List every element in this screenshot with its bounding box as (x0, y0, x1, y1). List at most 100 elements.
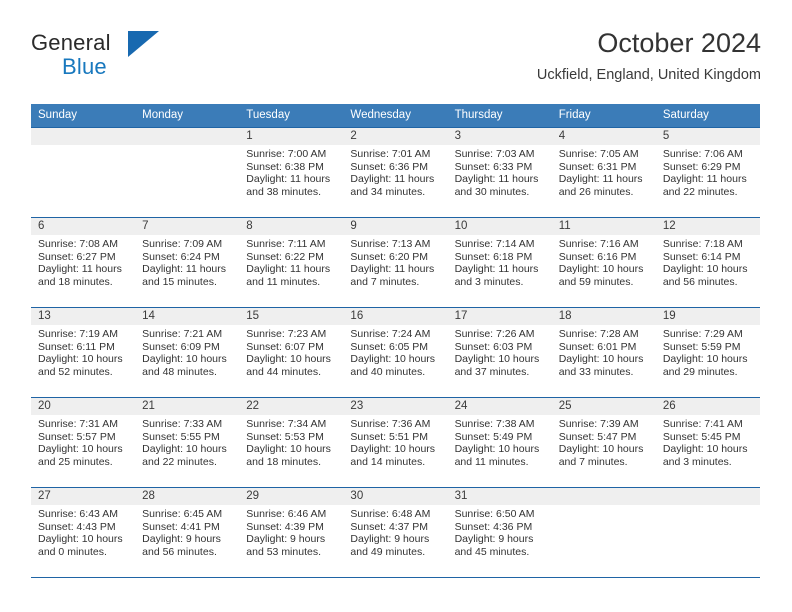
calendar-cell[interactable]: 21 Sunrise: 7:33 AM Sunset: 5:55 PM Dayligh… (135, 397, 240, 488)
calendar-cell[interactable]: 5 Sunrise: 7:06 AM Sunset: 6:29 PM Daylight… (655, 127, 760, 218)
day-number: 14 (135, 308, 240, 325)
daylight-text: Daylight: 10 hours and 37 minutes. (454, 353, 540, 378)
day-sun-info: Sunrise: 7:28 AM Sunset: 6:01 PM Daylight:… (552, 325, 656, 378)
calendar-cell[interactable]: 9 Sunrise: 7:13 AM Sunset: 6:20 PM Daylight… (343, 217, 448, 308)
day-number (31, 128, 136, 145)
calendar-cell[interactable]: 19 Sunrise: 7:29 AM Sunset: 5:59 PM Dayligh… (655, 307, 760, 398)
sunset-text: Sunset: 6:24 PM (142, 250, 220, 263)
calendar-cell[interactable]: 14 Sunrise: 7:21 AM Sunset: 6:09 PM Dayligh… (135, 307, 240, 398)
day-cell (31, 128, 136, 217)
sunset-text: Sunset: 6:03 PM (454, 340, 533, 353)
sunrise-text: Sunrise: 7:39 AM (558, 418, 639, 430)
calendar-cell[interactable]: 26 Sunrise: 7:41 AM Sunset: 5:45 PM Dayligh… (655, 397, 760, 488)
calendar-week-row: 13 Sunrise: 7:19 AM Sunset: 6:11 PM Dayligh… (31, 307, 760, 398)
day-cell: 24 Sunrise: 7:38 AM Sunset: 5:49 PM Dayligh… (447, 398, 552, 487)
day-sun-info: Sunrise: 7:34 AM Sunset: 5:53 PM Daylight:… (239, 415, 343, 468)
day-cell: 6 Sunrise: 7:08 AM Sunset: 6:27 PM Daylight… (31, 218, 136, 307)
day-number: 12 (655, 218, 760, 235)
day-cell: 28 Sunrise: 6:45 AM Sunset: 4:41 PM Dayligh… (135, 488, 240, 577)
sunrise-text: Sunrise: 7:01 AM (350, 148, 431, 160)
calendar-cell[interactable]: 22 Sunrise: 7:34 AM Sunset: 5:53 PM Dayligh… (239, 397, 344, 488)
sunset-text: Sunset: 5:59 PM (662, 340, 741, 353)
calendar-cell[interactable]: 30 Sunrise: 6:48 AM Sunset: 4:37 PM Dayligh… (343, 487, 448, 578)
calendar-cell[interactable]: 29 Sunrise: 6:46 AM Sunset: 4:39 PM Dayligh… (239, 487, 344, 578)
calendar-cell[interactable]: 2 Sunrise: 7:01 AM Sunset: 6:36 PM Daylight… (343, 127, 448, 218)
calendar-cell[interactable]: 16 Sunrise: 7:24 AM Sunset: 6:05 PM Dayligh… (343, 307, 448, 398)
calendar-cell[interactable]: 3 Sunrise: 7:03 AM Sunset: 6:33 PM Daylight… (447, 127, 552, 218)
sunrise-text: Sunrise: 7:14 AM (454, 238, 535, 250)
day-cell: 17 Sunrise: 7:26 AM Sunset: 6:03 PM Dayligh… (447, 308, 552, 397)
calendar-cell[interactable]: 12 Sunrise: 7:18 AM Sunset: 6:14 PM Dayligh… (655, 217, 760, 308)
calendar-cell[interactable]: 18 Sunrise: 7:28 AM Sunset: 6:01 PM Dayligh… (551, 307, 656, 398)
day-sun-info: Sunrise: 6:45 AM Sunset: 4:41 PM Daylight:… (135, 505, 239, 558)
sunrise-text: Sunrise: 7:26 AM (454, 328, 535, 340)
day-cell: 20 Sunrise: 7:31 AM Sunset: 5:57 PM Dayligh… (31, 398, 136, 487)
calendar-cell[interactable]: 4 Sunrise: 7:05 AM Sunset: 6:31 PM Daylight… (551, 127, 656, 218)
sunset-text: Sunset: 4:37 PM (350, 520, 429, 533)
calendar-cell[interactable]: 25 Sunrise: 7:39 AM Sunset: 5:47 PM Dayligh… (551, 397, 656, 488)
day-cell: 30 Sunrise: 6:48 AM Sunset: 4:37 PM Dayligh… (343, 488, 448, 577)
daylight-text: Daylight: 10 hours and 18 minutes. (246, 443, 331, 468)
calendar-cell[interactable]: 17 Sunrise: 7:26 AM Sunset: 6:03 PM Dayligh… (447, 307, 552, 398)
day-number: 19 (655, 308, 760, 325)
sunset-text: Sunset: 6:16 PM (558, 250, 637, 263)
calendar-cell[interactable]: 1 Sunrise: 7:00 AM Sunset: 6:38 PM Daylight… (239, 127, 344, 218)
day-number: 10 (447, 218, 552, 235)
day-sun-info: Sunrise: 6:43 AM Sunset: 4:43 PM Daylight:… (31, 505, 135, 558)
calendar-cell[interactable]: 28 Sunrise: 6:45 AM Sunset: 4:41 PM Dayligh… (135, 487, 240, 578)
daylight-text: Daylight: 11 hours and 26 minutes. (558, 173, 643, 198)
calendar-cell[interactable]: 10 Sunrise: 7:14 AM Sunset: 6:18 PM Dayligh… (447, 217, 552, 308)
calendar-cell[interactable]: 24 Sunrise: 7:38 AM Sunset: 5:49 PM Dayligh… (447, 397, 552, 488)
weekday-header-saturday: Saturday (655, 104, 760, 128)
day-number: 11 (551, 218, 656, 235)
day-cell: 13 Sunrise: 7:19 AM Sunset: 6:11 PM Dayligh… (31, 308, 136, 397)
sunset-text: Sunset: 4:43 PM (38, 520, 116, 533)
day-sun-info: Sunrise: 7:26 AM Sunset: 6:03 PM Daylight:… (448, 325, 552, 378)
calendar-cell[interactable]: 27 Sunrise: 6:43 AM Sunset: 4:43 PM Dayligh… (31, 487, 136, 578)
day-number: 25 (551, 398, 656, 415)
day-number: 21 (135, 398, 240, 415)
sunset-text: Sunset: 6:22 PM (246, 250, 324, 263)
day-number: 16 (343, 308, 448, 325)
sunrise-text: Sunrise: 7:09 AM (142, 238, 223, 250)
daylight-text: Daylight: 9 hours and 49 minutes. (350, 533, 430, 558)
weekday-header-wednesday: Wednesday (343, 104, 448, 128)
calendar-cell[interactable]: 20 Sunrise: 7:31 AM Sunset: 5:57 PM Dayligh… (31, 397, 136, 488)
calendar-week-row: 20 Sunrise: 7:31 AM Sunset: 5:57 PM Dayligh… (31, 397, 760, 488)
daylight-text: Daylight: 11 hours and 18 minutes. (38, 263, 122, 288)
daylight-text: Daylight: 11 hours and 11 minutes. (246, 263, 331, 288)
calendar-cell[interactable]: 7 Sunrise: 7:09 AM Sunset: 6:24 PM Daylight… (135, 217, 240, 308)
day-sun-info: Sunrise: 7:05 AM Sunset: 6:31 PM Daylight:… (552, 145, 656, 198)
day-sun-info: Sunrise: 7:21 AM Sunset: 6:09 PM Daylight:… (135, 325, 239, 378)
day-sun-info: Sunrise: 7:38 AM Sunset: 5:49 PM Daylight:… (448, 415, 552, 468)
calendar-cell[interactable]: 8 Sunrise: 7:11 AM Sunset: 6:22 PM Daylight… (239, 217, 344, 308)
sunrise-text: Sunrise: 7:05 AM (558, 148, 639, 160)
sunset-text: Sunset: 6:33 PM (454, 160, 533, 173)
sunrise-text: Sunrise: 7:34 AM (246, 418, 327, 430)
calendar-cell[interactable]: 13 Sunrise: 7:19 AM Sunset: 6:11 PM Dayligh… (31, 307, 136, 398)
day-sun-info: Sunrise: 7:23 AM Sunset: 6:07 PM Daylight:… (239, 325, 343, 378)
calendar-cell[interactable]: 23 Sunrise: 7:36 AM Sunset: 5:51 PM Dayligh… (343, 397, 448, 488)
sunrise-text: Sunrise: 7:33 AM (142, 418, 223, 430)
day-cell: 21 Sunrise: 7:33 AM Sunset: 5:55 PM Dayligh… (135, 398, 240, 487)
daylight-text: Daylight: 10 hours and 48 minutes. (142, 353, 227, 378)
day-number: 27 (31, 488, 136, 505)
sunset-text: Sunset: 6:31 PM (558, 160, 637, 173)
day-sun-info: Sunrise: 7:11 AM Sunset: 6:22 PM Daylight:… (239, 235, 343, 288)
page-header: General Blue October 2024 Uckfield, Engl… (31, 26, 761, 98)
day-cell: 2 Sunrise: 7:01 AM Sunset: 6:36 PM Daylight… (343, 128, 448, 217)
calendar-cell (655, 487, 760, 578)
calendar-cell[interactable]: 11 Sunrise: 7:16 AM Sunset: 6:16 PM Dayligh… (551, 217, 656, 308)
daylight-text: Daylight: 10 hours and 59 minutes. (558, 263, 644, 288)
calendar-cell[interactable]: 15 Sunrise: 7:23 AM Sunset: 6:07 PM Dayligh… (239, 307, 344, 398)
day-number: 2 (343, 128, 448, 145)
sunset-text: Sunset: 6:14 PM (662, 250, 741, 263)
calendar-cell[interactable]: 6 Sunrise: 7:08 AM Sunset: 6:27 PM Daylight… (31, 217, 136, 308)
sunset-text: Sunset: 6:11 PM (38, 340, 115, 353)
sunset-text: Sunset: 6:09 PM (142, 340, 220, 353)
calendar-cell[interactable]: 31 Sunrise: 6:50 AM Sunset: 4:36 PM Dayligh… (447, 487, 552, 578)
sunrise-text: Sunrise: 7:31 AM (38, 418, 118, 430)
brand-logo[interactable]: General Blue (31, 30, 231, 86)
day-number (135, 128, 240, 145)
sunset-text: Sunset: 6:01 PM (558, 340, 637, 353)
